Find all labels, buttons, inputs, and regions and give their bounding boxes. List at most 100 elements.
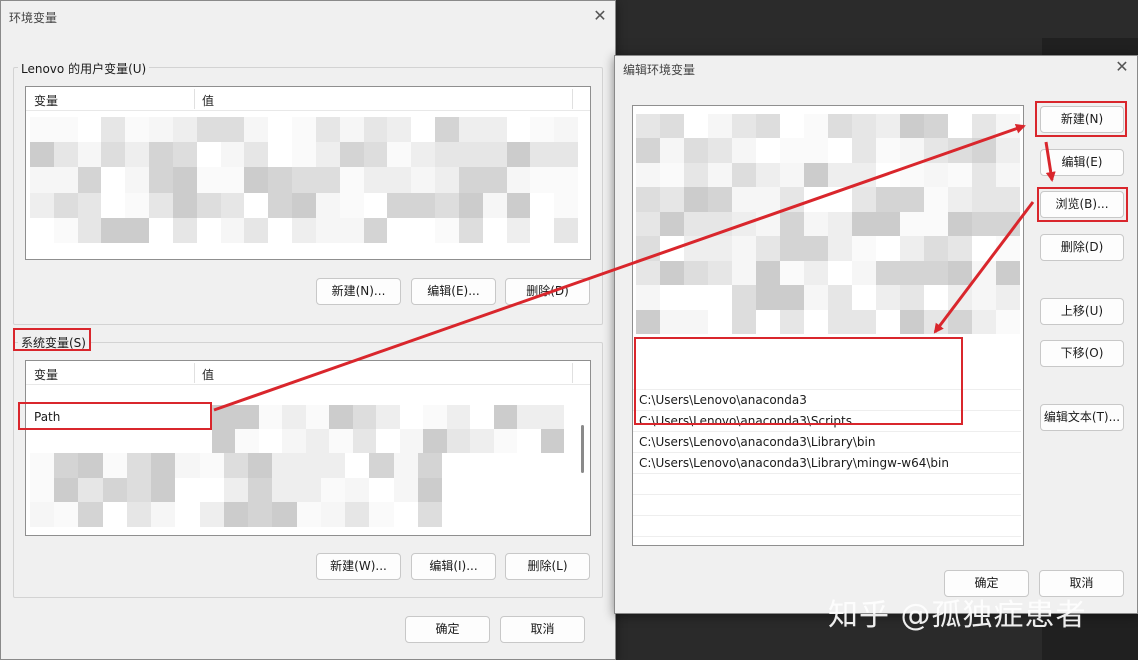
blurred-path-entries <box>636 114 1020 334</box>
row-divider <box>633 515 1021 516</box>
blur-cell <box>506 167 531 193</box>
column-header-value[interactable]: 值 <box>202 92 214 109</box>
blur-cell <box>30 117 54 143</box>
env-variables-dialog: 环境变量 ✕ Lenovo 的用户变量(U) 变量 值 新建(N)... 编辑(… <box>0 0 616 660</box>
blur-cell <box>900 236 924 261</box>
edit-text-button[interactable]: 编辑文本(T)... <box>1040 404 1124 431</box>
column-header-variable[interactable]: 变量 <box>34 366 58 383</box>
system-edit-button[interactable]: 编辑(I)... <box>411 553 496 580</box>
blur-cell <box>77 192 102 218</box>
row-divider <box>633 452 1021 453</box>
edit-entry-button[interactable]: 编辑(E) <box>1040 149 1124 176</box>
column-separator <box>194 363 195 383</box>
blur-cell <box>268 192 293 218</box>
blur-cell <box>54 453 79 478</box>
blur-cell <box>220 192 245 218</box>
blur-cell <box>175 502 200 527</box>
blur-cell <box>828 162 852 188</box>
blur-cell <box>393 453 418 478</box>
blur-cell <box>435 192 459 218</box>
blur-cell <box>804 138 828 163</box>
blur-cell <box>636 114 660 139</box>
blur-cell <box>972 138 996 163</box>
blur-cell <box>458 167 483 193</box>
ok-button[interactable]: 确定 <box>405 616 490 643</box>
blur-cell <box>175 477 200 503</box>
blur-cell <box>470 429 494 453</box>
system-new-button[interactable]: 新建(W)... <box>316 553 401 580</box>
blur-cell <box>636 211 660 237</box>
blur-cell <box>554 167 578 193</box>
cancel-button[interactable]: 取消 <box>500 616 585 643</box>
blur-cell <box>636 285 660 310</box>
highlight-browse-button <box>1037 187 1128 222</box>
blur-cell <box>199 502 224 527</box>
blur-cell <box>948 260 972 286</box>
blur-cell <box>235 405 259 429</box>
path-entries-list[interactable]: C:\Users\Lenovo\anaconda3 C:\Users\Lenovo… <box>632 105 1024 546</box>
blur-cell <box>258 429 283 453</box>
blur-cell <box>530 167 555 193</box>
blur-cell <box>172 142 197 168</box>
user-edit-button[interactable]: 编辑(E)... <box>411 278 496 305</box>
user-variables-list[interactable]: 变量 值 <box>25 86 591 260</box>
row-divider <box>633 494 1021 495</box>
blur-cell <box>684 162 708 188</box>
blur-cell <box>220 117 245 143</box>
blur-cell <box>423 429 447 453</box>
blur-cell <box>196 117 221 143</box>
blur-cell <box>482 217 507 243</box>
blur-cell <box>732 260 756 286</box>
user-delete-button[interactable]: 删除(D) <box>505 278 590 305</box>
blur-cell <box>196 217 221 243</box>
move-down-button[interactable]: 下移(O) <box>1040 340 1124 367</box>
blur-cell <box>268 117 293 143</box>
blur-cell <box>387 117 412 143</box>
blur-cell <box>258 405 283 429</box>
blur-cell <box>363 117 388 143</box>
blur-cell <box>684 114 708 139</box>
blur-cell <box>387 167 412 193</box>
blur-cell <box>482 142 507 168</box>
blur-cell <box>530 192 555 218</box>
blur-cell <box>101 117 126 143</box>
blur-cell <box>482 192 507 218</box>
blur-cell <box>53 117 78 143</box>
user-new-button[interactable]: 新建(N)... <box>316 278 401 305</box>
blur-cell <box>305 429 330 453</box>
blur-cell <box>320 502 346 527</box>
blur-cell <box>101 192 126 218</box>
blur-cell <box>876 309 900 334</box>
blur-cell <box>172 167 197 193</box>
delete-entry-button[interactable]: 删除(D) <box>1040 234 1124 261</box>
blur-cell <box>102 453 127 478</box>
blur-cell <box>540 429 564 453</box>
blur-cell <box>102 477 127 503</box>
blur-cell <box>900 260 924 286</box>
blur-cell <box>296 502 321 527</box>
blur-cell <box>972 187 996 212</box>
close-icon[interactable]: ✕ <box>1113 58 1131 76</box>
path-entry-row[interactable]: C:\Users\Lenovo\anaconda3\Library\mingw-… <box>639 456 949 470</box>
column-header-value[interactable]: 值 <box>202 366 214 383</box>
blur-cell <box>804 162 828 188</box>
move-up-button[interactable]: 上移(U) <box>1040 298 1124 325</box>
blur-cell <box>423 405 447 429</box>
blur-cell <box>708 236 732 261</box>
list-scrollbar-thumb[interactable] <box>581 425 584 473</box>
dialog-title: 编辑环境变量 <box>623 63 696 77</box>
system-variables-list[interactable]: 变量 值 Path <box>25 360 591 536</box>
blur-cell <box>804 187 828 212</box>
blur-cell <box>900 114 924 139</box>
blur-cell <box>320 477 346 503</box>
blur-cell <box>636 187 660 212</box>
column-header-variable[interactable]: 变量 <box>34 92 58 109</box>
path-entry-row[interactable]: C:\Users\Lenovo\anaconda3\Library\bin <box>639 435 875 449</box>
blur-cell <box>756 187 780 212</box>
close-icon[interactable]: ✕ <box>591 7 609 25</box>
blur-cell <box>417 453 442 478</box>
blur-cell <box>363 167 388 193</box>
blur-cell <box>996 285 1020 310</box>
system-delete-button[interactable]: 删除(L) <box>505 553 590 580</box>
blur-cell <box>828 236 852 261</box>
